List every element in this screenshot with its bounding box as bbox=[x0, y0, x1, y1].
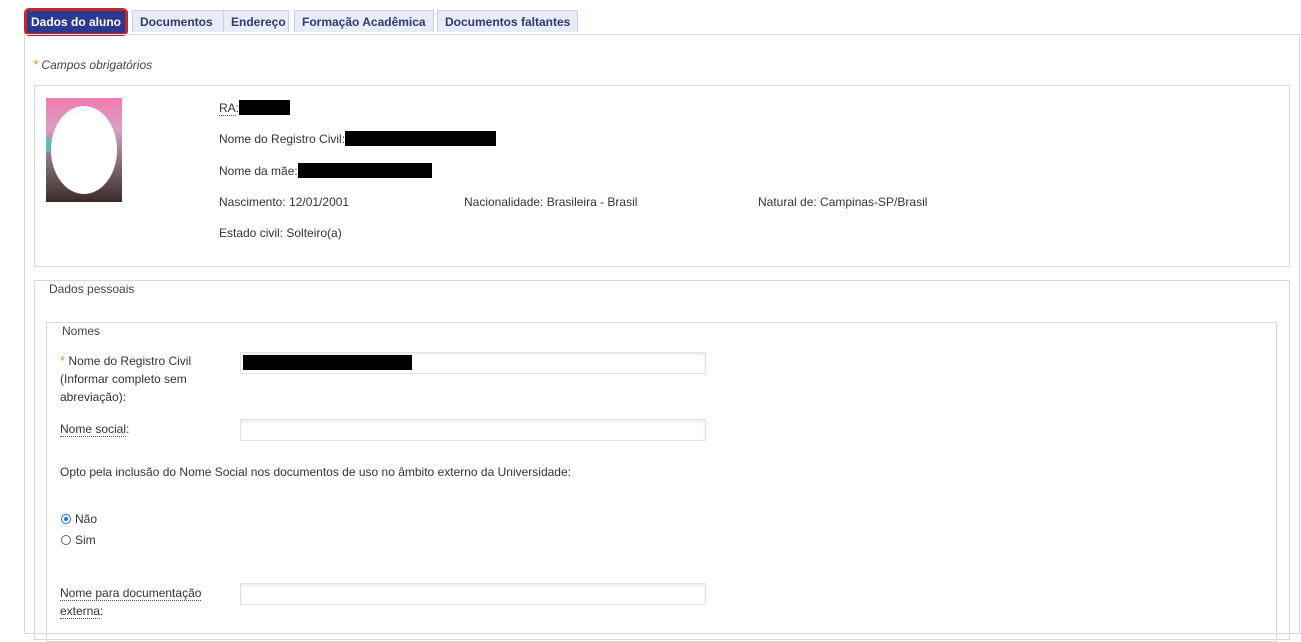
external-name-label-wrap: Nome para documentação externa: bbox=[60, 584, 230, 620]
marital-status: Estado civil: Solteiro(a) bbox=[219, 226, 342, 240]
student-photo bbox=[46, 98, 122, 202]
civil-name-label: Nome do Registro Civil: bbox=[219, 132, 346, 146]
radio-sim[interactable]: Sim bbox=[61, 533, 96, 547]
civil-name-field-label-line1: Nome do Registro Civil bbox=[68, 354, 192, 368]
natural-from: Natural de: Campinas-SP/Brasil bbox=[758, 195, 928, 209]
personal-data-legend: Dados pessoais bbox=[45, 282, 139, 296]
required-note-text: Campos obrigatórios bbox=[41, 58, 153, 72]
civil-name-field-label: * Nome do Registro Civil (Informar compl… bbox=[60, 352, 230, 406]
external-name-label-line2: externa bbox=[60, 604, 101, 619]
social-name-input[interactable] bbox=[240, 419, 706, 441]
civil-name-field-label-line3: abreviação): bbox=[60, 390, 127, 404]
photo-accent bbox=[46, 138, 50, 152]
civil-name-input[interactable] bbox=[240, 352, 706, 374]
tab-documentos-faltantes[interactable]: Documentos faltantes bbox=[437, 10, 578, 32]
required-fields-note: * Campos obrigatórios bbox=[33, 57, 152, 72]
required-star-icon: * bbox=[33, 57, 39, 72]
birth-date: Nascimento: 12/01/2001 bbox=[219, 195, 350, 209]
civil-name-input-redacted bbox=[243, 355, 412, 370]
mother-name-label: Nome da mãe: bbox=[219, 164, 298, 178]
ra-label: RA bbox=[219, 101, 236, 116]
names-legend: Nomes bbox=[58, 324, 105, 338]
radio-sim-label: Sim bbox=[75, 533, 96, 547]
tab-formacao-academica[interactable]: Formação Acadêmica bbox=[294, 10, 434, 32]
photo-face-mask bbox=[51, 106, 117, 194]
radio-nao[interactable]: Não bbox=[61, 512, 97, 526]
civil-name-field-label-line2: (Informar completo sem bbox=[60, 372, 187, 386]
ra-line: RA: bbox=[219, 100, 291, 116]
social-name-suffix: : bbox=[126, 422, 130, 436]
civil-name-redacted bbox=[345, 131, 497, 146]
social-name-label: Nome social bbox=[60, 422, 127, 437]
mother-name-redacted bbox=[297, 163, 432, 178]
radio-nao-label: Não bbox=[75, 512, 98, 526]
tab-endereco[interactable]: Endereço bbox=[223, 10, 289, 32]
required-star-icon: * bbox=[60, 353, 66, 368]
ra-redacted bbox=[239, 100, 291, 115]
external-name-label-line1: Nome para documentação bbox=[60, 586, 202, 601]
external-name-suffix: : bbox=[100, 604, 104, 618]
nationality: Nacionalidade: Brasileira - Brasil bbox=[464, 195, 638, 209]
social-name-opt-text: Opto pela inclusão do Nome Social nos do… bbox=[60, 465, 571, 479]
social-name-label-wrap: Nome social: bbox=[60, 420, 129, 438]
radio-sim-circle[interactable] bbox=[61, 535, 71, 545]
tab-dados-do-aluno[interactable]: Dados do aluno bbox=[24, 8, 128, 36]
external-name-input[interactable] bbox=[240, 583, 706, 605]
civil-name-line: Nome do Registro Civil: bbox=[219, 131, 497, 146]
radio-nao-circle[interactable] bbox=[61, 514, 71, 524]
mother-name-line: Nome da mãe: bbox=[219, 163, 432, 178]
